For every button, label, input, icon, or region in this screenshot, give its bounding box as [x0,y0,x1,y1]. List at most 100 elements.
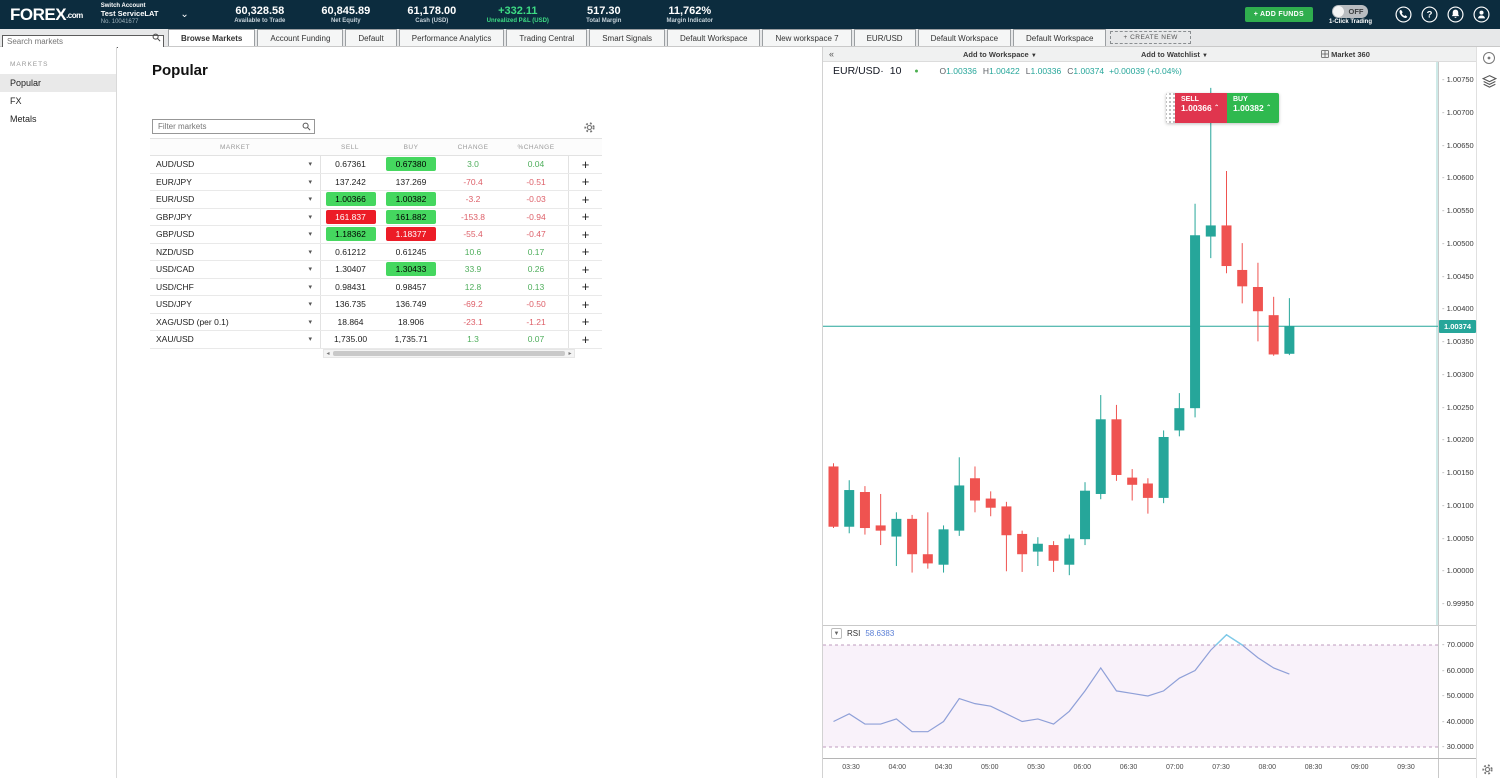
trade-widget-drag-handle[interactable] [1166,93,1175,123]
market-cell[interactable]: USD/CHF▾ [150,279,320,296]
scroll-right-arrow[interactable]: ▸ [566,350,574,357]
buy-price-cell[interactable]: 0.61245 [380,244,442,261]
buy-price-cell[interactable]: 1.18377 [380,226,442,243]
market-dropdown-icon[interactable]: ▾ [308,213,320,221]
table-h-scrollbar[interactable]: ◂ ▸ [323,349,575,358]
workspace-tab[interactable]: Performance Analytics [399,29,505,46]
rsi-panel[interactable] [823,625,1438,758]
buy-button[interactable]: BUY 1.00382 ⌃ [1227,93,1279,123]
market-cell[interactable]: GBP/USD▾ [150,226,320,243]
chart-interval[interactable]: 10 [890,65,902,77]
scroll-thumb[interactable] [333,351,565,356]
market-dropdown-icon[interactable]: ▾ [308,265,320,273]
buy-price-cell[interactable]: 1,735.71 [380,331,442,348]
add-market-button[interactable]: + [568,226,602,243]
workspace-tab[interactable]: Default Workspace [1013,29,1106,46]
account-icon[interactable] [1473,6,1490,23]
market-cell[interactable]: NZD/USD▾ [150,244,320,261]
create-new-workspace-button[interactable]: + CREATE NEW [1110,31,1190,44]
market-dropdown-icon[interactable]: ▾ [308,283,320,291]
buy-price-cell[interactable]: 0.67380 [380,156,442,173]
sell-price-cell[interactable]: 1.30407 [320,261,380,278]
market-cell[interactable]: EUR/JPY▾ [150,174,320,191]
filter-markets-input[interactable] [152,119,315,134]
buy-price-cell[interactable]: 1.00382 [380,191,442,208]
workspace-tab[interactable]: Default Workspace [918,29,1011,46]
sell-price-cell[interactable]: 137.242 [320,174,380,191]
price-axis[interactable]: 1.007501.007001.006501.006001.005501.005… [1438,62,1476,778]
market-dropdown-icon[interactable]: ▾ [308,318,320,326]
add-market-button[interactable]: + [568,331,602,348]
buy-price-cell[interactable]: 1.30433 [380,261,442,278]
market-dropdown-icon[interactable]: ▾ [308,335,320,343]
rsi-collapse-icon[interactable]: ▼ [831,628,842,639]
market-cell[interactable]: AUD/USD▾ [150,156,320,173]
add-market-button[interactable]: + [568,191,602,208]
sell-button[interactable]: SELL 1.00366 ⌃ [1175,93,1227,123]
workspace-tab[interactable]: EUR/USD [854,29,916,46]
market-cell[interactable]: XAG/USD (per 0.1)▾ [150,314,320,331]
sell-price-cell[interactable]: 161.837 [320,209,380,226]
sell-price-cell[interactable]: 18.864 [320,314,380,331]
buy-price-cell[interactable]: 136.749 [380,296,442,313]
add-funds-button[interactable]: + ADD FUNDS [1245,7,1313,22]
market-cell[interactable]: EUR/USD▾ [150,191,320,208]
workspace-tab[interactable]: New workspace 7 [762,29,851,46]
collapse-panel-icon[interactable]: « [829,49,834,59]
market-dropdown-icon[interactable]: ▾ [308,195,320,203]
workspace-tab[interactable]: Account Funding [257,29,343,46]
add-market-button[interactable]: + [568,296,602,313]
compass-icon[interactable] [1481,50,1497,66]
add-market-button[interactable]: + [568,174,602,191]
workspace-tab[interactable]: Default Workspace [667,29,760,46]
workspace-tab[interactable]: Default [345,29,396,46]
market-360-button[interactable]: Market 360 [1321,50,1370,59]
account-selector[interactable]: Switch Account Test ServiceLAT No. 10041… [101,3,159,25]
sell-price-cell[interactable]: 0.61212 [320,244,380,261]
add-market-button[interactable]: + [568,261,602,278]
market-cell[interactable]: XAU/USD▾ [150,331,320,348]
add-market-button[interactable]: + [568,314,602,331]
sidebar-item-metals[interactable]: Metals [0,110,116,128]
add-market-button[interactable]: + [568,156,602,173]
workspace-tab[interactable]: Smart Signals [589,29,665,46]
time-axis[interactable]: 03:3004:0004:3005:0005:3006:0006:3007:00… [823,758,1476,778]
workspace-tab[interactable]: Browse Markets [168,29,255,46]
market-dropdown-icon[interactable]: ▾ [308,178,320,186]
candlestick-chart[interactable] [823,62,1438,625]
market-dropdown-icon[interactable]: ▾ [308,248,320,256]
sell-price-cell[interactable]: 0.67361 [320,156,380,173]
add-market-button[interactable]: + [568,279,602,296]
add-to-workspace-button[interactable]: Add to Workspace ▼ [963,50,1037,59]
sidebar-item-fx[interactable]: FX [0,92,116,110]
buy-price-cell[interactable]: 137.269 [380,174,442,191]
workspace-tab[interactable]: Trading Central [506,29,587,46]
market-cell[interactable]: USD/CAD▾ [150,261,320,278]
buy-price-cell[interactable]: 0.98457 [380,279,442,296]
phone-icon[interactable] [1395,6,1412,23]
chart-settings-gear-icon[interactable] [1481,763,1494,778]
sell-price-cell[interactable]: 0.98431 [320,279,380,296]
help-icon[interactable]: ? [1421,6,1438,23]
market-dropdown-icon[interactable]: ▾ [308,230,320,238]
buy-price-cell[interactable]: 18.906 [380,314,442,331]
add-market-button[interactable]: + [568,209,602,226]
market-cell[interactable]: USD/JPY▾ [150,296,320,313]
one-click-toggle[interactable]: OFF [1332,5,1368,18]
sell-price-cell[interactable]: 1.00366 [320,191,380,208]
layers-icon[interactable] [1481,73,1498,90]
add-market-button[interactable]: + [568,244,602,261]
table-settings-gear-icon[interactable] [583,121,596,139]
add-to-watchlist-button[interactable]: Add to Watchlist ▼ [1141,50,1208,59]
scroll-left-arrow[interactable]: ◂ [324,350,332,357]
chart-symbol[interactable]: EUR/USD [833,65,880,77]
market-cell[interactable]: GBP/JPY▾ [150,209,320,226]
market-dropdown-icon[interactable]: ▾ [308,300,320,308]
account-chevron-icon[interactable]: ⌄ [180,9,188,20]
market-dropdown-icon[interactable]: ▾ [308,160,320,168]
bell-icon[interactable] [1447,6,1464,23]
sell-price-cell[interactable]: 1,735.00 [320,331,380,348]
sell-price-cell[interactable]: 1.18362 [320,226,380,243]
buy-price-cell[interactable]: 161.882 [380,209,442,226]
sidebar-item-popular[interactable]: Popular [0,74,116,92]
